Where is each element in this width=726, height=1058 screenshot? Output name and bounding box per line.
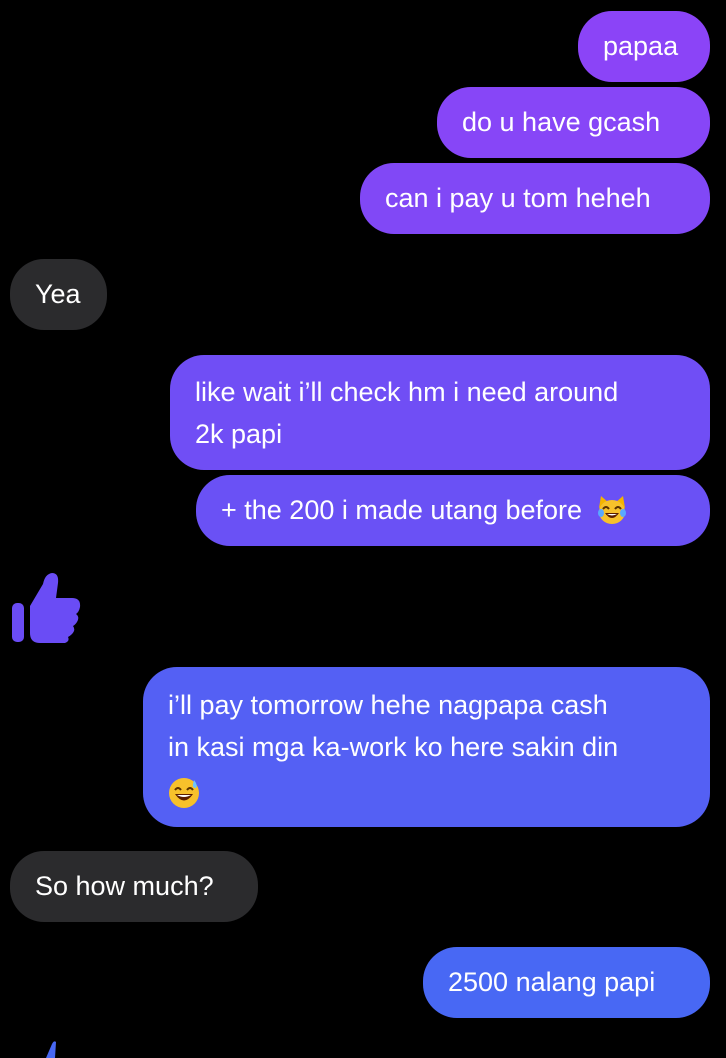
message-text: So how much? xyxy=(35,871,214,901)
thumbs-up-icon[interactable] xyxy=(10,570,82,644)
message-text-line-1: like wait i’ll check hm i need around xyxy=(195,377,619,407)
message-bubble-outgoing[interactable]: i’ll pay tomorrow hehe nagpapa cash in k… xyxy=(143,667,710,827)
message-text: do u have gcash xyxy=(462,107,661,137)
message-text: papaa xyxy=(603,31,679,61)
message-text: Yea xyxy=(35,279,81,309)
message-bubble-outgoing[interactable]: can i pay u tom heheh xyxy=(360,163,710,234)
message-text-line-2: in kasi mga ka-work ko here sakin din xyxy=(168,732,619,762)
message-bubble-incoming[interactable]: Yea xyxy=(10,259,107,330)
message-bubble-outgoing[interactable]: + the 200 i made utang before xyxy=(196,475,710,546)
thumbs-up-icon[interactable] xyxy=(30,1038,70,1058)
message-bubble-incoming[interactable]: So how much? xyxy=(10,851,258,922)
message-bubble-outgoing[interactable]: like wait i’ll check hm i need around 2k… xyxy=(170,355,710,470)
message-text: 2500 nalang papi xyxy=(448,967,656,997)
message-text: can i pay u tom heheh xyxy=(385,183,651,213)
message-bubble-outgoing[interactable]: do u have gcash xyxy=(437,87,710,158)
message-bubble-outgoing[interactable]: papaa xyxy=(578,11,710,82)
message-text: + the 200 i made utang before xyxy=(221,495,583,525)
message-text-line-1: i’ll pay tomorrow hehe nagpapa cash xyxy=(168,690,608,720)
message-text-line-2: 2k papi xyxy=(195,419,283,449)
message-bubble-outgoing[interactable]: 2500 nalang papi xyxy=(423,947,710,1018)
cat-tears-of-joy-emoji xyxy=(597,495,626,524)
grinning-sweat-emoji xyxy=(169,777,199,808)
